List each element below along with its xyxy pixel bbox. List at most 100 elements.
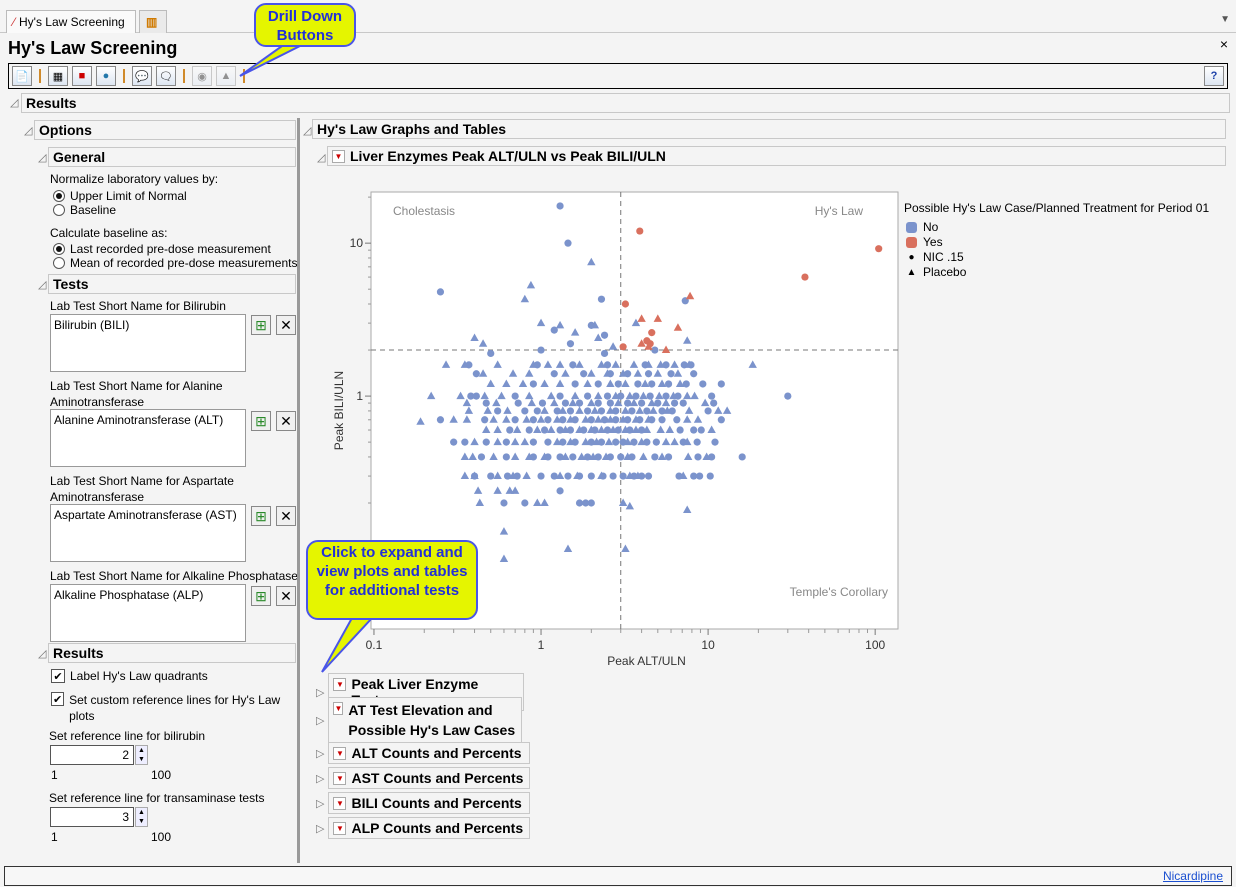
red-triangle-menu-icon[interactable]: ▼: [333, 747, 347, 760]
data-point-circle: [571, 380, 579, 388]
section-title: ALP Counts and Percents: [351, 820, 524, 836]
red-triangle-menu-icon[interactable]: ▼: [333, 702, 344, 715]
data-point-circle: [544, 416, 552, 424]
data-point-circle: [564, 239, 572, 247]
data-point-circle: [648, 380, 656, 388]
data-point-circle: [482, 438, 490, 446]
section-alp[interactable]: ▷ ▼ ALP Counts and Percents: [316, 817, 531, 839]
data-point-circle: [717, 380, 725, 388]
data-point-circle: [594, 380, 602, 388]
data-point-circle: [436, 416, 445, 424]
expand-icon[interactable]: ▷: [316, 772, 324, 785]
legend-swatch: [906, 222, 917, 233]
data-point-circle: [628, 407, 636, 415]
expand-icon[interactable]: ▷: [316, 714, 324, 727]
data-point-circle: [706, 472, 714, 480]
data-point-circle: [600, 349, 609, 358]
data-point-circle: [621, 300, 630, 308]
data-point-circle: [529, 380, 537, 388]
data-point-circle: [529, 438, 537, 446]
expand-icon[interactable]: ▷: [316, 822, 324, 835]
red-triangle-menu-icon[interactable]: ▼: [333, 822, 347, 835]
data-point-circle: [569, 453, 577, 461]
triangle-marker-icon: ▲: [906, 267, 917, 278]
data-point-circle: [575, 499, 584, 507]
section-alt[interactable]: ▷ ▼ ALT Counts and Percents: [316, 742, 531, 764]
data-point-circle: [617, 453, 625, 461]
data-point-circle: [875, 245, 883, 253]
circle-marker-icon: ●: [908, 252, 915, 263]
data-point-circle: [690, 426, 698, 434]
data-point-circle: [696, 472, 704, 480]
section-ast[interactable]: ▷ ▼ AST Counts and Percents: [316, 767, 531, 789]
data-point-circle: [594, 399, 602, 407]
section-bili[interactable]: ▷ ▼ BILI Counts and Percents: [316, 792, 531, 814]
data-point-circle: [569, 361, 577, 369]
legend-label: NIC .15: [923, 250, 964, 264]
expand-icon[interactable]: ▷: [316, 797, 324, 810]
data-point-circle: [652, 438, 660, 446]
data-point-circle: [693, 438, 701, 446]
data-point-circle: [614, 380, 622, 388]
x-tick-label: 1: [538, 638, 545, 652]
data-point-circle: [511, 392, 519, 400]
data-point-circle: [482, 399, 490, 407]
data-point-circle: [506, 426, 514, 434]
data-point-circle: [587, 499, 595, 507]
data-point-circle: [538, 399, 547, 407]
data-point-circle: [710, 399, 718, 407]
data-point-circle: [664, 453, 673, 461]
data-point-circle: [580, 370, 588, 378]
data-point-circle: [651, 453, 659, 461]
data-point-circle: [477, 453, 486, 461]
data-point-circle: [612, 438, 620, 446]
data-point-circle: [697, 426, 705, 434]
data-point-circle: [609, 472, 617, 480]
section-at-elevation[interactable]: ▷ ▼ AT Test Elevation and Possible Hy's La…: [316, 697, 523, 743]
data-point-circle: [784, 392, 792, 400]
data-point-circle: [676, 426, 684, 434]
legend-item-placebo[interactable]: ▲ Placebo: [906, 265, 967, 280]
expand-icon[interactable]: ▷: [316, 747, 324, 760]
data-point-circle: [511, 416, 519, 424]
legend-item-no[interactable]: No: [906, 220, 966, 235]
data-point-circle: [679, 399, 687, 407]
data-point-circle: [634, 380, 642, 388]
data-point-circle: [436, 288, 445, 296]
legend: No Yes ● NIC .15 ▲ Placebo: [906, 220, 966, 280]
x-tick-label: 0.1: [366, 638, 383, 652]
data-point-circle: [658, 416, 666, 424]
data-point-circle: [472, 392, 480, 400]
legend-item-yes[interactable]: Yes: [906, 235, 966, 250]
legend-label: No: [923, 220, 939, 234]
section-title: ALT Counts and Percents: [351, 745, 522, 761]
section-title: BILI Counts and Percents: [351, 795, 522, 811]
legend-item-nic[interactable]: ● NIC .15: [906, 250, 966, 265]
status-bar: Nicardipine: [4, 866, 1232, 886]
data-point-circle: [667, 370, 675, 378]
red-triangle-menu-icon[interactable]: ▼: [333, 797, 347, 810]
red-triangle-menu-icon[interactable]: ▼: [333, 772, 347, 785]
y-tick-label: 10: [350, 236, 364, 250]
data-point-circle: [566, 340, 575, 348]
expand-callout: Click to expand and view plots and table…: [306, 540, 478, 620]
legend-label: Placebo: [923, 265, 967, 279]
data-table-link[interactable]: Nicardipine: [1163, 869, 1223, 883]
x-tick-label: 100: [865, 638, 885, 652]
data-point-circle: [583, 407, 592, 415]
legend-label: Yes: [923, 235, 943, 249]
data-point-circle: [644, 472, 653, 480]
drill-down-callout: Drill Down Buttons: [254, 3, 356, 47]
data-point-circle: [521, 407, 529, 415]
red-triangle-menu-icon[interactable]: ▼: [333, 678, 347, 691]
x-tick-label: 10: [701, 638, 715, 652]
data-point-circle: [717, 416, 725, 424]
temples-corollary-label: Temple's Corollary: [790, 585, 888, 599]
data-point-circle: [450, 438, 458, 446]
data-point-circle: [619, 343, 627, 351]
section-title: AT Test Elevation and Possible Hy's Law …: [348, 702, 516, 738]
data-point-circle: [699, 380, 707, 388]
data-point-circle: [638, 399, 646, 407]
data-point-circle: [575, 399, 584, 407]
y-tick-label: 1: [356, 389, 363, 403]
